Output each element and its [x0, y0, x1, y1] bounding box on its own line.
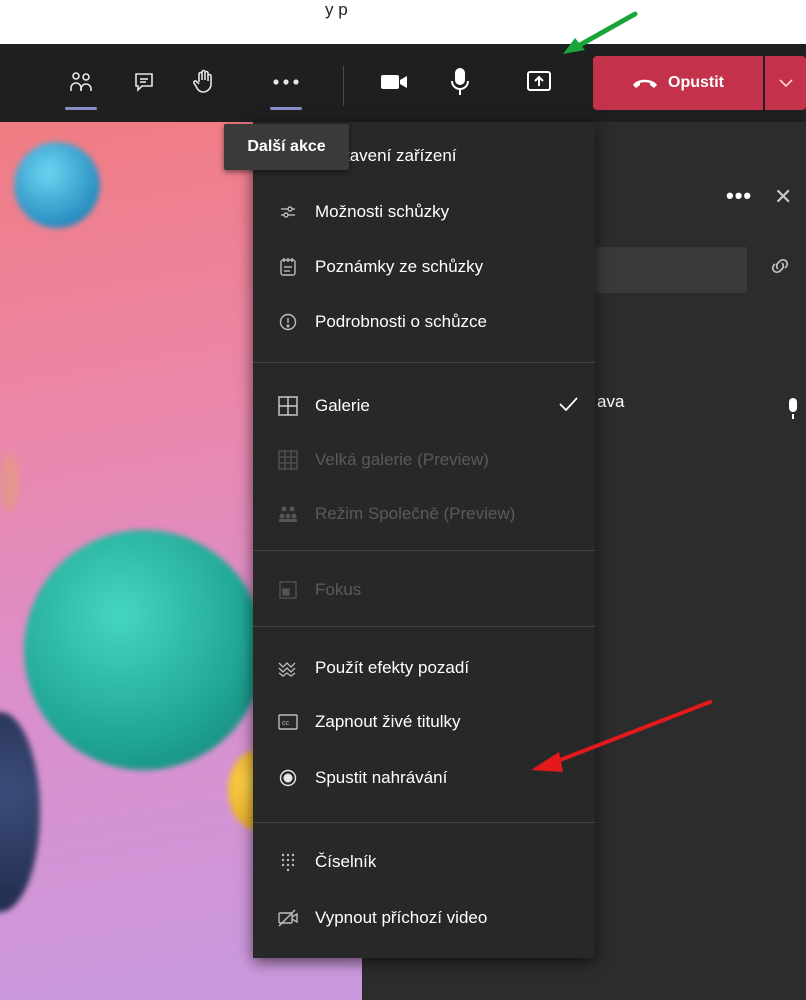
- chevron-down-icon: [778, 79, 793, 87]
- menu-divider: [253, 626, 595, 627]
- svg-text:cc: cc: [282, 720, 290, 727]
- blurred-sphere: [14, 142, 100, 228]
- more-actions-icon: [273, 79, 299, 85]
- menu-item-meeting-details[interactable]: Podrobnosti o schůzce: [253, 302, 595, 342]
- menu-item-start-recording[interactable]: Spustit nahrávání: [253, 758, 595, 798]
- more-actions-tooltip: Další akce: [224, 124, 349, 170]
- participant-name: ava: [597, 392, 625, 411]
- meeting-options-icon: [277, 201, 299, 223]
- active-tab-indicator: [270, 107, 302, 110]
- raise-hand-button[interactable]: [180, 54, 228, 110]
- cropped-top-text: y p: [325, 0, 348, 19]
- menu-divider: [253, 550, 595, 551]
- menu-item-label: Zapnout živé titulky: [315, 712, 461, 731]
- menu-item-together-mode: Režim Společně (Preview): [253, 494, 595, 534]
- raise-hand-icon: [193, 69, 212, 93]
- menu-item-label: tavení zařízení: [345, 146, 457, 165]
- meeting-notes-icon: [277, 256, 299, 278]
- info-icon: [277, 311, 299, 333]
- participants-icon: [70, 72, 92, 91]
- menu-item-label: Číselník: [315, 852, 377, 871]
- more-actions-button[interactable]: [262, 54, 310, 110]
- blurred-sphere: [0, 712, 40, 912]
- menu-item-large-gallery: Velká galerie (Preview): [253, 440, 595, 480]
- chat-button[interactable]: [120, 54, 168, 110]
- checkmark-icon: [558, 396, 578, 417]
- menu-item-background-effects[interactable]: Použít efekty pozadí: [253, 648, 595, 688]
- link-icon[interactable]: [770, 258, 790, 279]
- menu-item-label: Použít efekty pozadí: [315, 658, 470, 677]
- panel-search-input[interactable]: [595, 247, 747, 293]
- leave-options-button[interactable]: [765, 56, 806, 110]
- phone-hangup-icon: [633, 79, 657, 88]
- menu-item-meeting-options[interactable]: Možnosti schůzky: [253, 192, 595, 232]
- blurred-sphere: [0, 452, 20, 512]
- menu-item-meeting-notes[interactable]: Poznámky ze schůzky: [253, 247, 595, 287]
- menu-item-label: Spustit nahrávání: [315, 768, 448, 787]
- menu-item-label: Poznámky ze schůzky: [315, 257, 484, 276]
- camera-icon: [381, 75, 407, 89]
- together-mode-icon: [277, 503, 299, 525]
- menu-item-label: Fokus: [315, 580, 362, 599]
- camera-button[interactable]: [370, 54, 418, 110]
- menu-item-label: Galerie: [315, 396, 370, 415]
- gallery-icon: [277, 395, 299, 417]
- menu-item-turn-off-incoming-video[interactable]: Vypnout příchozí video: [253, 898, 595, 938]
- menu-item-label: Velká galerie (Preview): [315, 450, 489, 469]
- leave-label: Opustit: [668, 74, 724, 91]
- share-screen-icon: [527, 71, 551, 91]
- share-screen-button[interactable]: [515, 54, 563, 110]
- meeting-toolbar: Opustit: [0, 44, 806, 122]
- menu-item-label: Vypnout příchozí video: [315, 908, 488, 927]
- blurred-sphere: [24, 530, 264, 770]
- microphone-button[interactable]: [436, 54, 484, 110]
- active-tab-indicator: [65, 107, 97, 110]
- menu-divider: [253, 362, 595, 363]
- focus-icon: [277, 579, 299, 601]
- video-off-icon: [277, 907, 299, 929]
- panel-more-icon[interactable]: •••: [726, 183, 752, 209]
- dial-pad-icon: [277, 851, 299, 873]
- menu-item-label: Podrobnosti o schůzce: [315, 312, 487, 331]
- toolbar-separator: [343, 66, 344, 106]
- leave-button[interactable]: Opustit: [593, 56, 763, 110]
- close-icon[interactable]: ✕: [774, 184, 792, 210]
- menu-item-gallery[interactable]: Galerie: [253, 386, 595, 426]
- record-icon: [277, 767, 299, 789]
- participant-mic-icon: [786, 397, 800, 426]
- menu-item-label: Možnosti schůzky: [315, 202, 450, 221]
- chat-icon: [135, 73, 153, 92]
- more-actions-menu: tavení zařízení Možnosti schůzky Poznámk…: [253, 122, 595, 958]
- captions-icon: cc: [277, 711, 299, 733]
- menu-item-focus: Fokus: [253, 570, 595, 610]
- menu-item-dial-pad[interactable]: Číselník: [253, 842, 595, 882]
- participants-button[interactable]: [57, 54, 105, 110]
- microphone-icon: [451, 68, 469, 95]
- menu-divider: [253, 822, 595, 823]
- large-gallery-icon: [277, 449, 299, 471]
- menu-item-label: Režim Společně (Preview): [315, 504, 516, 523]
- background-effects-icon: [277, 657, 299, 679]
- menu-item-live-captions[interactable]: cc Zapnout živé titulky: [253, 702, 595, 742]
